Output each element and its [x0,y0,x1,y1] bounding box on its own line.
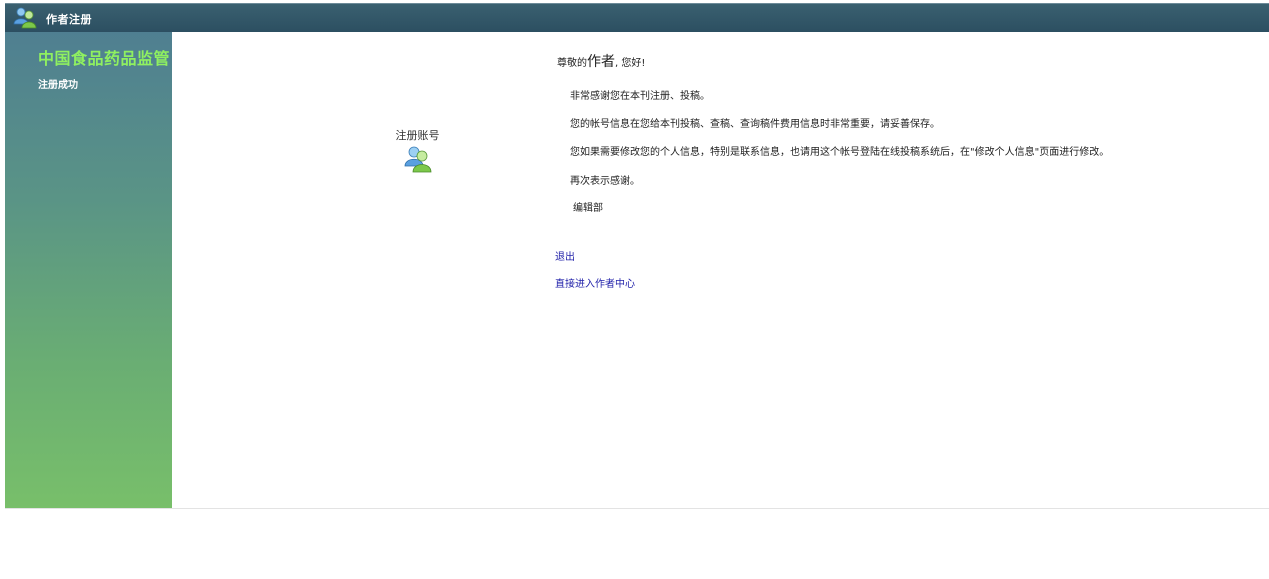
welcome-message: 尊敬的作者, 您好! 非常感谢您在本刊注册、投稿。 您的帐号信息在您给本刊投稿、… [557,52,1257,214]
title-bar: 作者注册 [5,3,1269,32]
window-title: 作者注册 [46,13,92,26]
message-paragraph: 您的帐号信息在您给本刊投稿、查稿、查询稿件费用信息时非常重要，请妥善保存。 [570,119,940,130]
page: 作者注册 中国食品药品监管 注册成功 注册账号 尊敬的作者, 您好! 非常感谢您… [0,0,1269,579]
message-paragraph: 再次表示感谢。 [570,176,640,187]
logout-link[interactable]: 退出 [555,248,635,263]
users-icon [404,146,431,173]
brand-title: 中国食品药品监管 [38,49,171,68]
footer-divider [5,508,1269,509]
users-icon [13,7,37,29]
author-center-link[interactable]: 直接进入作者中心 [555,275,635,290]
message-paragraph: 非常感谢您在本刊注册、投稿。 [570,91,710,102]
greeting-prefix: 尊敬的 [557,58,587,69]
account-block: 注册账号 [380,127,455,173]
status-subtitle: 注册成功 [38,80,78,91]
sidebar: 中国食品药品监管 注册成功 [5,32,172,508]
greeting: 尊敬的作者, 您好! [557,52,1257,74]
greeting-suffix: , 您好! [615,58,646,69]
main-content [172,32,1269,508]
greeting-name: 作者 [587,54,615,70]
message-paragraph: 您如果需要修改您的个人信息，特别是联系信息，也请用这个帐号登陆在线投稿系统后，在… [570,147,1110,158]
action-links: 退出 直接进入作者中心 [555,248,635,302]
account-label: 注册账号 [395,129,440,142]
signature: 编辑部 [573,203,603,214]
